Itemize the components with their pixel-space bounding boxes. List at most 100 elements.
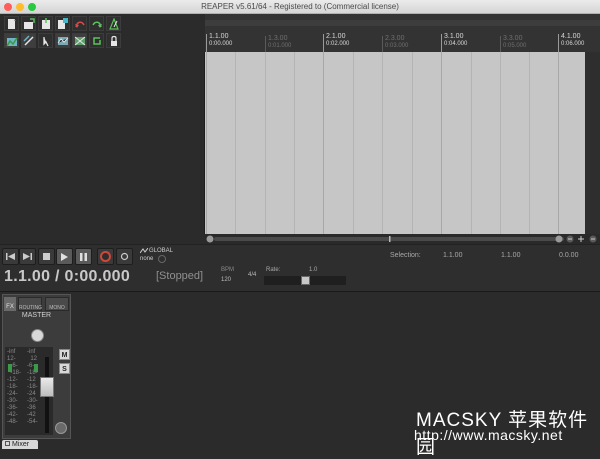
- automation-mode-dropdown-icon[interactable]: [158, 255, 166, 263]
- selection-length[interactable]: 0.0.00: [559, 252, 578, 259]
- repeat-icon: [120, 252, 129, 261]
- play-icon: [61, 252, 68, 261]
- meter-scale-right: -inf 12 -6- -18- -12 -18- -24 -30- -36 -…: [27, 349, 38, 425]
- zoom-window-button[interactable]: [28, 3, 36, 11]
- selection-end[interactable]: 1.1.00: [501, 252, 520, 259]
- minimize-window-button[interactable]: [16, 3, 24, 11]
- title-bar: REAPER v5.61/64 - Registered to (Commerc…: [0, 0, 600, 14]
- grid-line: [265, 52, 266, 234]
- go-to-end-button[interactable]: [19, 248, 36, 265]
- zoom-out-icon[interactable]: [566, 235, 574, 243]
- selection-start[interactable]: 1.1.00: [443, 252, 462, 259]
- grid-line: [206, 52, 207, 234]
- selection-label: Selection:: [390, 252, 421, 259]
- ruler-mark: 1.1.00 0:00.000: [206, 33, 232, 52]
- stop-button[interactable]: [38, 248, 55, 265]
- stop-icon: [43, 253, 50, 260]
- global-automation-mode[interactable]: none: [140, 256, 153, 262]
- envelope-lock-icon[interactable]: [55, 33, 70, 48]
- skip-forward-icon: [23, 253, 32, 260]
- snap-toggle-icon[interactable]: [21, 33, 36, 48]
- open-project-icon[interactable]: [21, 16, 36, 31]
- meter-scale-left: -inf 12- -6- -18- -12- -18- -24- -30- -3…: [7, 349, 22, 425]
- global-automation-label: GLOBAL: [149, 248, 174, 254]
- pan-knob[interactable]: [31, 329, 44, 342]
- meter-bar-right: [34, 364, 38, 372]
- track-control-panel[interactable]: [0, 52, 205, 234]
- pause-icon: [80, 252, 87, 261]
- zoom-in-icon[interactable]: [577, 235, 585, 243]
- grid-line: [471, 52, 472, 234]
- auto-crossfade-icon[interactable]: [72, 33, 87, 48]
- scroll-right-icon[interactable]: [555, 235, 563, 243]
- master-track-label: MASTER: [21, 312, 52, 319]
- play-button[interactable]: [56, 248, 73, 265]
- grid-line: [294, 52, 295, 234]
- grid-line: [323, 52, 324, 234]
- close-window-button[interactable]: [4, 3, 12, 11]
- region-marker-lane[interactable]: [205, 20, 600, 26]
- close-icon[interactable]: [5, 441, 10, 446]
- grid-toggle-icon[interactable]: [4, 33, 19, 48]
- rate-slider[interactable]: [264, 276, 346, 285]
- record-icon: [100, 251, 111, 262]
- volume-fader-thumb[interactable]: [40, 377, 54, 397]
- time-position-display[interactable]: 1.1.00 / 0:00.000: [4, 268, 130, 286]
- fx-button[interactable]: FX: [4, 297, 16, 311]
- meter-bar-left: [8, 364, 12, 372]
- undo-icon[interactable]: [72, 16, 87, 31]
- scroll-left-icon[interactable]: [206, 235, 214, 243]
- volume-meter: -inf 12- -6- -18- -12- -18- -24- -30- -3…: [5, 347, 54, 435]
- ruler-mark: 1.3.00 0:01.000: [265, 35, 291, 52]
- master-settings-icon[interactable]: [55, 422, 67, 434]
- solo-button[interactable]: S: [59, 363, 70, 374]
- bpm-label: BPM: [221, 267, 235, 273]
- record-button[interactable]: [97, 248, 114, 265]
- rate-label: Rate:: [266, 267, 281, 273]
- grid-line: [441, 52, 442, 234]
- rate-value: 1.0: [309, 267, 318, 273]
- window-title: REAPER v5.61/64 - Registered to (Commerc…: [201, 2, 399, 11]
- metronome-icon[interactable]: [106, 16, 121, 31]
- mixer-tab[interactable]: Mixer: [2, 440, 38, 449]
- mute-button[interactable]: M: [59, 349, 70, 360]
- transport-bar: GLOBAL none Selection: 1.1.00 1.1.00 0.0…: [0, 244, 600, 291]
- time-signature[interactable]: 4/4: [248, 272, 256, 278]
- loop-icon[interactable]: [89, 33, 104, 48]
- main-toolbar: [0, 14, 205, 52]
- grid-line: [235, 52, 236, 234]
- grid-line: [558, 52, 559, 234]
- bpm-value[interactable]: 120: [221, 277, 231, 283]
- ruler-mark: 3.3.00 0:05.000: [500, 35, 526, 52]
- timeline-ruler[interactable]: 1.1.00 0:00.000 1.3.00 0:01.000 2.1.00 0:02…: [205, 14, 600, 52]
- redo-icon[interactable]: [89, 16, 104, 31]
- grid-line: [353, 52, 354, 234]
- mono-button[interactable]: MONO: [45, 297, 69, 311]
- new-project-icon[interactable]: [4, 16, 19, 31]
- go-to-start-button[interactable]: [2, 248, 19, 265]
- zoom-reset-icon[interactable]: [589, 235, 597, 243]
- master-track-strip: FX ROUTING MONO MASTER M S -inf 12- -6- …: [2, 294, 71, 439]
- save-project-icon[interactable]: [38, 16, 53, 31]
- project-settings-icon[interactable]: [55, 16, 70, 31]
- ruler-mark: 2.1.00 0:02.000: [323, 33, 349, 52]
- skip-back-icon: [6, 253, 15, 260]
- arrange-view[interactable]: [205, 52, 585, 234]
- watermark-url: http://www.macsky.net: [414, 427, 563, 443]
- grid-line: [529, 52, 530, 234]
- automation-icon: [140, 248, 148, 254]
- ruler-mark: 3.1.00 0:04.000: [441, 33, 467, 52]
- horizontal-scrollbar[interactable]: [205, 234, 600, 244]
- routing-button[interactable]: ROUTING: [18, 297, 42, 311]
- rate-slider-thumb[interactable]: [301, 276, 310, 285]
- grid-line: [412, 52, 413, 234]
- repeat-button[interactable]: [116, 248, 133, 265]
- ruler-mark: 4.1.00 0:06.000: [558, 33, 584, 52]
- grid-line: [382, 52, 383, 234]
- ripple-edit-icon[interactable]: [38, 33, 53, 48]
- pause-button[interactable]: [75, 248, 92, 265]
- vertical-scrollbar[interactable]: [585, 52, 600, 234]
- scroll-thumb-icon[interactable]: [388, 236, 392, 242]
- lock-icon[interactable]: [106, 33, 121, 48]
- play-status: [Stopped]: [156, 270, 204, 282]
